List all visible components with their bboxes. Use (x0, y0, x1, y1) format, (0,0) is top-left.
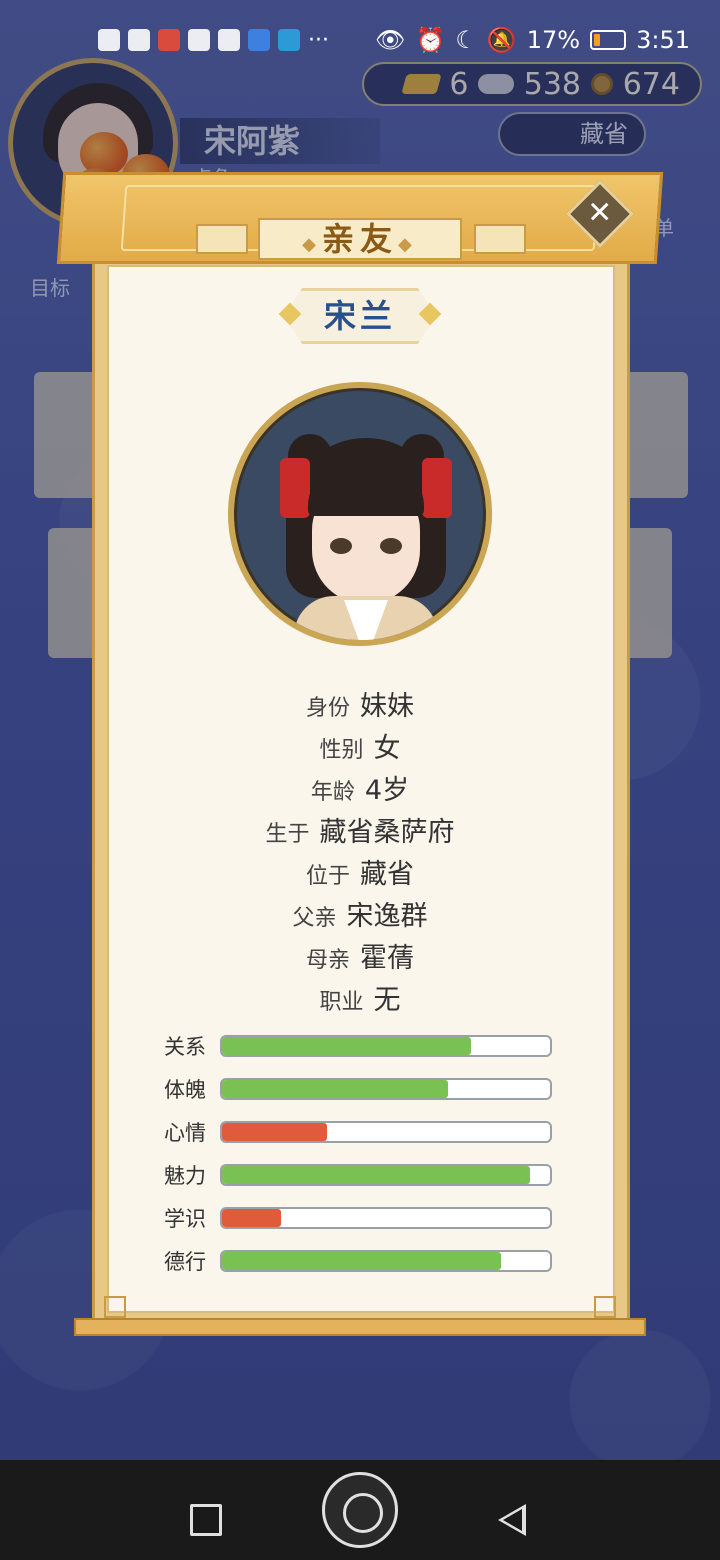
browser-icon (278, 29, 300, 51)
info-row-birthplace: 生于 藏省桑萨府 (265, 817, 455, 848)
wifi-icon (128, 29, 150, 51)
eye-left (330, 538, 352, 554)
stat-bar (220, 1163, 552, 1186)
info-row-mother: 母亲 霍蒨 (305, 943, 414, 974)
ribbon-left (280, 458, 310, 518)
stat-physique: 体魄 (164, 1067, 556, 1110)
character-portrait (228, 382, 492, 646)
stat-knowledge: 学识 (164, 1196, 556, 1239)
stat-bar (220, 1120, 552, 1143)
more-notifications-indicator: ··· (308, 27, 329, 53)
info-row-identity: 身份 妹妹 (305, 691, 414, 722)
stat-fill (222, 1036, 472, 1055)
notification-icons: ··· (98, 28, 329, 53)
floating-assistant-button[interactable] (322, 1472, 398, 1548)
sim-icon (218, 29, 240, 51)
character-name: 宋兰 (284, 288, 436, 344)
info-row-age: 年龄 4岁 (310, 775, 410, 806)
scroll-bottom-rod (74, 1318, 646, 1336)
system-nav-bar (0, 1460, 720, 1560)
stat-bar (220, 1034, 552, 1057)
battery-percent: 17% (526, 26, 581, 54)
stat-bar (220, 1249, 552, 1272)
battery-icon (590, 30, 627, 50)
stat-fill (222, 1079, 449, 1098)
modal-title: ◆亲友◆ (258, 218, 462, 260)
recents-button[interactable] (190, 1504, 222, 1536)
alarm-icon: ⏰ (415, 26, 446, 54)
stat-charm: 魅力 (164, 1153, 556, 1196)
modal-title-text: 亲友 (321, 220, 398, 258)
corner-ornament-left (104, 1296, 126, 1318)
stat-mood: 心情 (164, 1110, 556, 1153)
system-status: 👁 ⏰ ☾ 🔕 17% 3:51 (375, 26, 690, 54)
stat-fill (222, 1165, 531, 1184)
moon-icon: ☾ (455, 26, 477, 54)
header-ornament-right (474, 224, 526, 254)
stat-bar (220, 1077, 552, 1100)
alert-icon (98, 29, 120, 51)
stat-fill (222, 1251, 501, 1270)
info-row-occupation: 职业无 (319, 985, 401, 1016)
stat-bar (220, 1206, 552, 1229)
stat-fill (222, 1208, 282, 1227)
stat-relationship: 关系 (164, 1024, 556, 1067)
info-row-father: 父亲 宋逸群 (292, 901, 428, 932)
clock: 3:51 (636, 26, 690, 54)
character-info: 身份 妹妹 性别女 年龄 4岁 生于 藏省桑萨府 位于 藏省 父亲 宋逸群 母亲 霍蒨 职业… (120, 684, 600, 1020)
attribute-bars: 关系 体魄 心情 魅力 学识 德行 (164, 1024, 556, 1282)
portrait-bangs (308, 466, 424, 516)
eye-icon: 👁 (374, 26, 406, 54)
corner-ornament-right (594, 1296, 616, 1318)
weibo-icon (158, 29, 180, 51)
stat-fill (222, 1122, 327, 1141)
info-row-location: 位于 藏省 (305, 859, 414, 890)
weather-icon (248, 29, 270, 51)
qq-icon (188, 29, 210, 51)
mute-icon: 🔕 (486, 26, 517, 54)
ribbon-right (422, 458, 452, 518)
back-button[interactable] (498, 1504, 526, 1536)
stat-virtue: 德行 (164, 1239, 556, 1282)
info-row-gender: 性别女 (319, 733, 401, 764)
status-bar: ··· 👁 ⏰ ☾ 🔕 17% 3:51 (0, 0, 720, 80)
battery-fill (594, 34, 600, 46)
eye-right (380, 538, 402, 554)
header-ornament-left (196, 224, 248, 254)
close-icon: ✕ (587, 195, 613, 231)
